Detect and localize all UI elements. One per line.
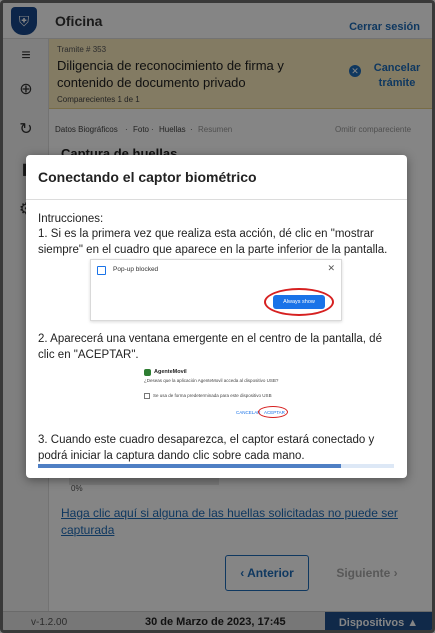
instruction-step-3: 3. Cuando este cuadro desaparezca, el ca… (38, 434, 375, 462)
usb-permission-screenshot: AgenteMovil ¿Deseas que la aplicación Ag… (142, 369, 292, 421)
instruction-step-1: 1. Si es la primera vez que realiza esta… (38, 228, 388, 256)
instruction-step-2: 2. Aparecerá una ventana emergente en el… (38, 333, 382, 361)
instructions-label: Intrucciones: (38, 213, 104, 225)
app-icon (144, 369, 151, 376)
usb-question: ¿Deseas que la aplicación AgenteMovil ac… (144, 378, 279, 383)
popup-blocked-screenshot: Pop-up blocked ✕ Always show (90, 259, 342, 321)
popup-blocked-icon (97, 266, 106, 275)
connection-progress-bar (38, 464, 394, 468)
usb-checkbox-label: Se usa de forma predeterminada para este… (153, 393, 272, 398)
highlight-ring (258, 406, 288, 418)
popup-blocked-text: Pop-up blocked (113, 266, 159, 273)
connection-progress-fill (38, 464, 341, 468)
connect-sensor-modal: Conectando el captor biométrico Intrucci… (26, 155, 407, 478)
close-icon: ✕ (327, 263, 335, 273)
usb-cancel-text: CANCELAR (236, 410, 261, 415)
checkbox-icon (144, 393, 150, 399)
modal-divider (26, 199, 407, 200)
highlight-ring (264, 288, 334, 316)
usb-app-name: AgenteMovil (154, 369, 187, 375)
modal-title: Conectando el captor biométrico (38, 169, 257, 185)
